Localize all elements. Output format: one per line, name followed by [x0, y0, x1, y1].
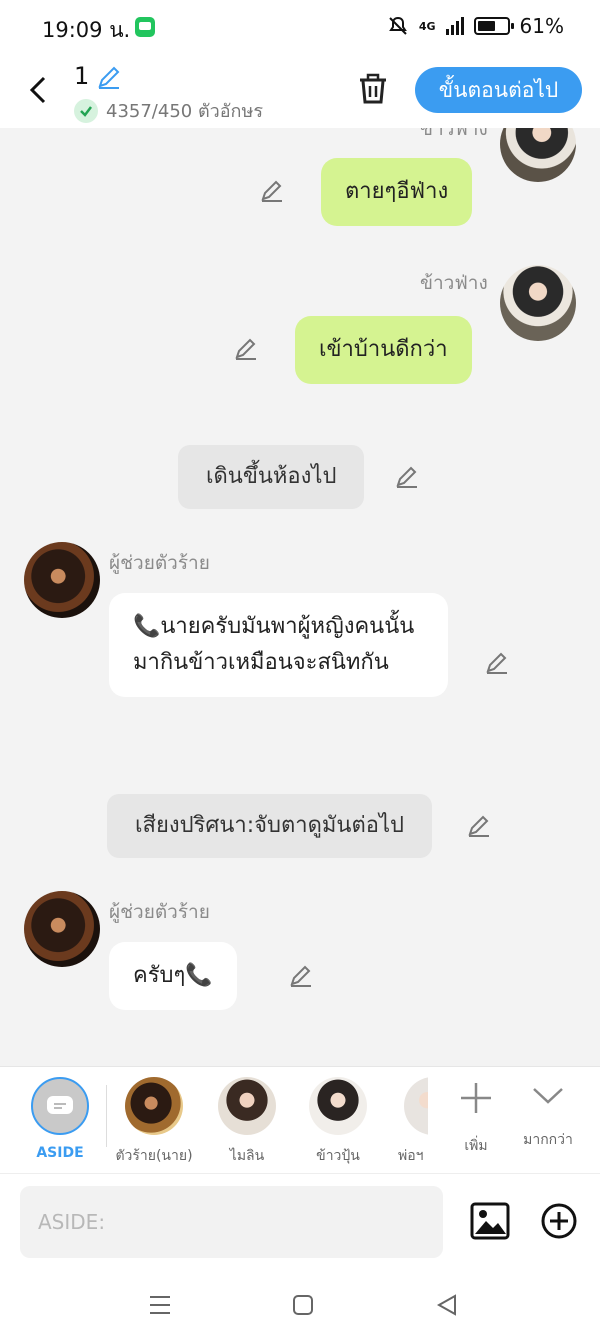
- edit-message-button[interactable]: [394, 464, 420, 490]
- character-khaopun[interactable]: ข้าวปุ้น: [298, 1077, 378, 1167]
- menu-icon: [150, 1296, 170, 1314]
- narration-text: เสียงปริศนา:จับตาดูมันต่อไป: [135, 813, 404, 838]
- plus-icon: [461, 1083, 491, 1113]
- chat-app-icon: [135, 17, 155, 37]
- character-avatar: [309, 1077, 367, 1135]
- chevron-down-icon: [533, 1088, 563, 1104]
- char-count: 4357/450 ตัวอักษร: [106, 101, 263, 122]
- home-square-icon: [293, 1295, 313, 1315]
- message-bubble[interactable]: เข้าบ้านดีกว่า: [295, 316, 472, 384]
- triangle-back-icon: [436, 1294, 456, 1316]
- delete-button[interactable]: [356, 72, 390, 110]
- next-step-button[interactable]: ขั้นตอนต่อไป: [415, 67, 582, 113]
- pencil-icon: [235, 338, 256, 360]
- edit-title-button[interactable]: [96, 64, 122, 94]
- sender-name: ข้าวฟ่าง: [420, 272, 488, 294]
- narration-text: เดินขึ้นห้องไป: [206, 464, 337, 489]
- status-bar: 19:09 น. 4G 61%: [0, 0, 600, 56]
- edit-message-button[interactable]: [259, 178, 285, 204]
- image-icon: [470, 1202, 510, 1240]
- mute-icon: [388, 16, 407, 35]
- character-label: พ่อฯ: [398, 1148, 424, 1164]
- home-button[interactable]: [292, 1294, 314, 1320]
- avatar-assistant[interactable]: [24, 542, 100, 618]
- character-label: ข้าวปุ้น: [316, 1148, 360, 1164]
- edit-message-button[interactable]: [233, 336, 259, 362]
- character-label: ASIDE: [36, 1145, 84, 1161]
- back-button[interactable]: [22, 72, 54, 108]
- battery-icon: [473, 17, 514, 35]
- character-aside[interactable]: ASIDE: [20, 1077, 100, 1161]
- message-bubble[interactable]: ครับๆ📞: [109, 942, 237, 1010]
- trash-icon: [360, 73, 386, 104]
- avatar-assistant[interactable]: [24, 891, 100, 967]
- character-villain[interactable]: ตัวร้าย(นาย): [114, 1077, 194, 1167]
- signal-icon: [445, 17, 464, 35]
- aside-icon: [31, 1077, 89, 1135]
- pencil-icon: [261, 180, 282, 202]
- system-nav-bar: [0, 1270, 600, 1343]
- sender-name: ข้าวฟ่าง: [420, 128, 488, 140]
- edit-message-button[interactable]: [484, 650, 510, 676]
- check-icon: [74, 98, 98, 123]
- message-text: ตายๆอีฟ่าง: [345, 179, 449, 204]
- pencil-icon: [98, 66, 120, 89]
- message-input[interactable]: [20, 1186, 443, 1258]
- chevron-left-icon: [29, 76, 46, 104]
- header: 1 4357/450 ตัวอักษร ขั้นตอนต่อไป: [0, 56, 600, 128]
- character-father[interactable]: พ่อฯ: [384, 1077, 428, 1167]
- recent-apps-button[interactable]: [148, 1294, 172, 1320]
- add-character-button[interactable]: เพิ่ม: [436, 1081, 516, 1157]
- back-nav-button[interactable]: [436, 1294, 458, 1320]
- pencil-icon: [290, 965, 311, 987]
- character-label: ตัวร้าย(นาย): [115, 1148, 193, 1164]
- add-button[interactable]: [540, 1202, 578, 1244]
- pencil-icon: [486, 652, 507, 674]
- character-avatar: [218, 1077, 276, 1135]
- story-title: 1: [74, 62, 90, 90]
- status-icons: 4G 61%: [387, 14, 564, 38]
- character-mailin[interactable]: ไมลิน: [207, 1077, 287, 1167]
- message-text: เข้าบ้านดีกว่า: [319, 337, 448, 362]
- more-characters-button[interactable]: มากกว่า: [508, 1085, 588, 1151]
- message-bubble[interactable]: 📞นายครับมันพาผู้หญิงคนนั้นมากินข้าวเหมือ…: [109, 593, 448, 697]
- battery-percent: 61%: [519, 14, 564, 38]
- character-bar: ASIDE ตัวร้าย(นาย) ไมลิน ข้าวปุ้น พ่อฯ เ…: [0, 1066, 600, 1174]
- pencil-icon: [468, 815, 489, 837]
- sender-name: ผู้ช่วยตัวร้าย: [109, 901, 210, 923]
- character-avatar: [125, 1077, 183, 1135]
- status-time: 19:09 น.: [42, 18, 131, 42]
- avatar-khaofang[interactable]: [500, 128, 576, 182]
- add-label: เพิ่ม: [464, 1138, 488, 1154]
- message-text: 📞นายครับมันพาผู้หญิงคนนั้นมากินข้าวเหมือ…: [133, 614, 415, 675]
- insert-image-button[interactable]: [470, 1202, 510, 1244]
- sender-name: ผู้ช่วยตัวร้าย: [109, 552, 210, 574]
- avatar-khaofang[interactable]: [500, 265, 576, 341]
- narration-bubble[interactable]: เสียงปริศนา:จับตาดูมันต่อไป: [107, 794, 432, 858]
- more-label: มากกว่า: [523, 1132, 573, 1148]
- edit-message-button[interactable]: [288, 963, 314, 989]
- plus-circle-icon: [541, 1203, 577, 1239]
- composer: [0, 1174, 600, 1270]
- network-type: 4G: [418, 19, 436, 33]
- narration-bubble[interactable]: เดินขึ้นห้องไป: [178, 445, 365, 509]
- divider: [106, 1085, 107, 1147]
- character-label: ไมลิน: [229, 1148, 265, 1164]
- character-avatar: [404, 1077, 428, 1135]
- message-bubble[interactable]: ตายๆอีฟ่าง: [321, 158, 473, 226]
- chat-area[interactable]: ข้าวฟ่าง ตายๆอีฟ่าง ข้าวฟ่าง เข้าบ้านดีก…: [0, 128, 600, 1066]
- message-text: ครับๆ📞: [133, 963, 213, 988]
- pencil-icon: [396, 466, 417, 488]
- edit-message-button[interactable]: [466, 813, 492, 839]
- char-count-row: 4357/450 ตัวอักษร: [74, 96, 263, 125]
